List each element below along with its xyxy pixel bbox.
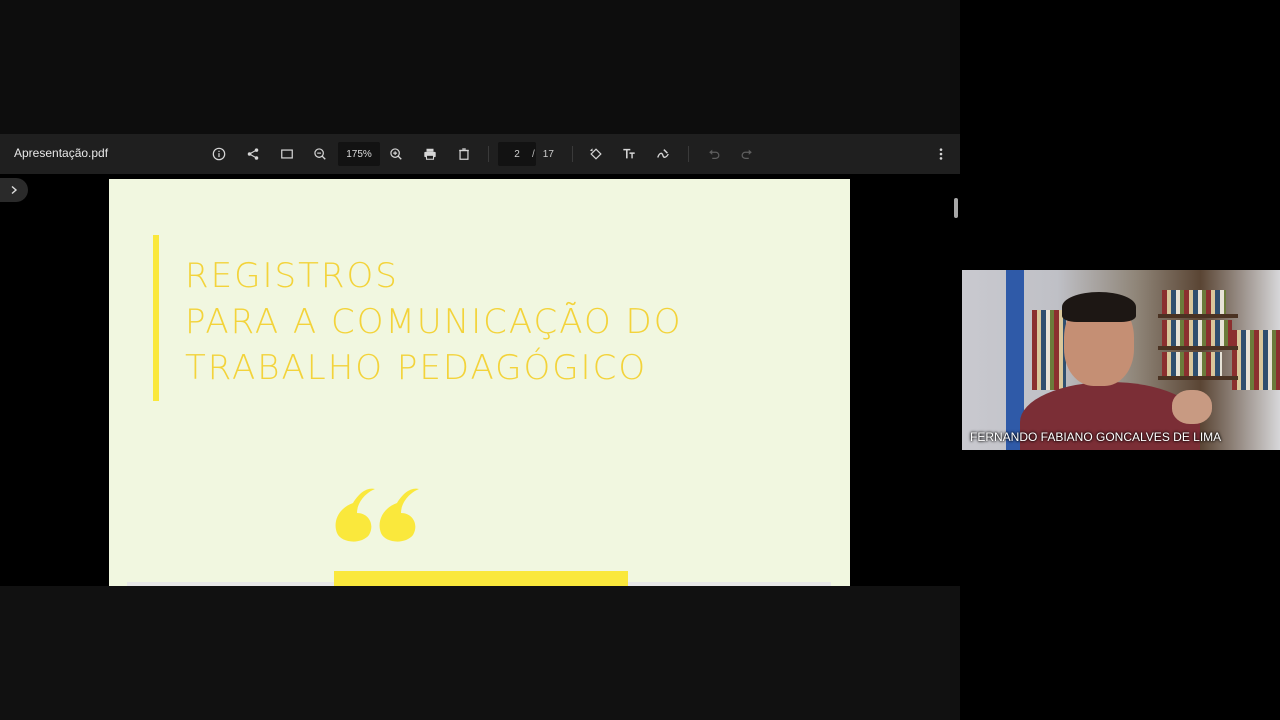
meeting-screen: Apresentação.pdf 175% 2 / 17 REGISTROS P… — [0, 0, 1280, 720]
share-button[interactable] — [241, 142, 265, 166]
bookshelf-shelf — [1158, 346, 1238, 350]
slide-title-line: TRABALHO PEDAGÓGICO — [185, 348, 648, 388]
slide-title-line: REGISTROS — [185, 256, 399, 296]
rotate-icon — [589, 148, 602, 160]
bookshelf-books — [1032, 310, 1066, 390]
text-icon — [623, 148, 635, 159]
annotate-icon — [657, 149, 669, 158]
bookshelf-books — [1162, 352, 1222, 376]
bookshelf-shelf — [1158, 314, 1238, 318]
toolbar-divider — [572, 146, 573, 162]
page-number-input[interactable]: 2 — [498, 142, 536, 166]
participant-video[interactable]: FERNANDO FABIANO GONCALVES DE LIMA — [962, 270, 1280, 450]
participant-name: FERNANDO FABIANO GONCALVES DE LIMA — [970, 430, 1222, 444]
redo-button[interactable] — [735, 142, 759, 166]
page-total: 17 — [542, 148, 554, 160]
pdf-toolbar: Apresentação.pdf 175% 2 / 17 — [0, 134, 960, 174]
more-options-button[interactable] — [929, 142, 953, 166]
share-icon — [247, 148, 259, 160]
redo-icon — [741, 149, 752, 159]
shared-screen-top-band — [0, 0, 960, 134]
shared-screen-bottom-band — [0, 586, 960, 720]
bookshelf-shelf — [1158, 376, 1238, 380]
zoom-out-icon — [314, 148, 326, 160]
pdf-viewer: Apresentação.pdf 175% 2 / 17 REGISTROS P… — [0, 134, 960, 586]
print-icon — [424, 148, 436, 160]
annotate-button[interactable] — [651, 142, 675, 166]
zoom-out-button[interactable] — [308, 142, 332, 166]
fit-page-button[interactable] — [275, 142, 299, 166]
undo-icon — [709, 149, 720, 159]
bookshelf-books — [1162, 320, 1232, 346]
slide-bottom-bar — [334, 571, 628, 586]
pdf-page: REGISTROS PARA A COMUNICAÇÃO DO TRABALHO… — [109, 179, 850, 586]
zoom-in-icon — [390, 148, 402, 160]
bookshelf-books — [1232, 330, 1280, 390]
slide-title: REGISTROS PARA A COMUNICAÇÃO DO TRABALHO… — [185, 253, 682, 391]
text-button[interactable] — [617, 142, 641, 166]
vertical-scrollbar[interactable] — [954, 198, 958, 218]
participant-hair — [1062, 292, 1136, 322]
sidebar-toggle-button[interactable] — [0, 178, 28, 202]
toolbar-divider — [688, 146, 689, 162]
chevron-right-icon — [11, 185, 18, 195]
print-button[interactable] — [418, 142, 442, 166]
shared-screen: Apresentação.pdf 175% 2 / 17 REGISTROS P… — [0, 0, 960, 720]
participant-hand — [1172, 390, 1212, 424]
zoom-level-field[interactable]: 175% — [338, 142, 380, 166]
info-icon — [212, 147, 226, 161]
title-accent-bar — [153, 235, 159, 401]
bookshelf-books — [1162, 290, 1226, 314]
info-button[interactable] — [207, 142, 231, 166]
toolbar-divider — [488, 146, 489, 162]
page-separator: / — [532, 148, 535, 160]
more-vert-icon — [939, 148, 943, 160]
delete-icon — [459, 148, 469, 160]
zoom-in-button[interactable] — [384, 142, 408, 166]
page-indicator: 2 / 17 — [498, 142, 562, 166]
fit-page-icon — [281, 149, 293, 159]
rotate-button[interactable] — [584, 142, 608, 166]
slide-title-line: PARA A COMUNICAÇÃO DO — [185, 302, 683, 342]
delete-button[interactable] — [452, 142, 476, 166]
quote-mark-icon — [335, 488, 419, 542]
undo-button[interactable] — [702, 142, 726, 166]
file-name: Apresentação.pdf — [14, 146, 109, 160]
